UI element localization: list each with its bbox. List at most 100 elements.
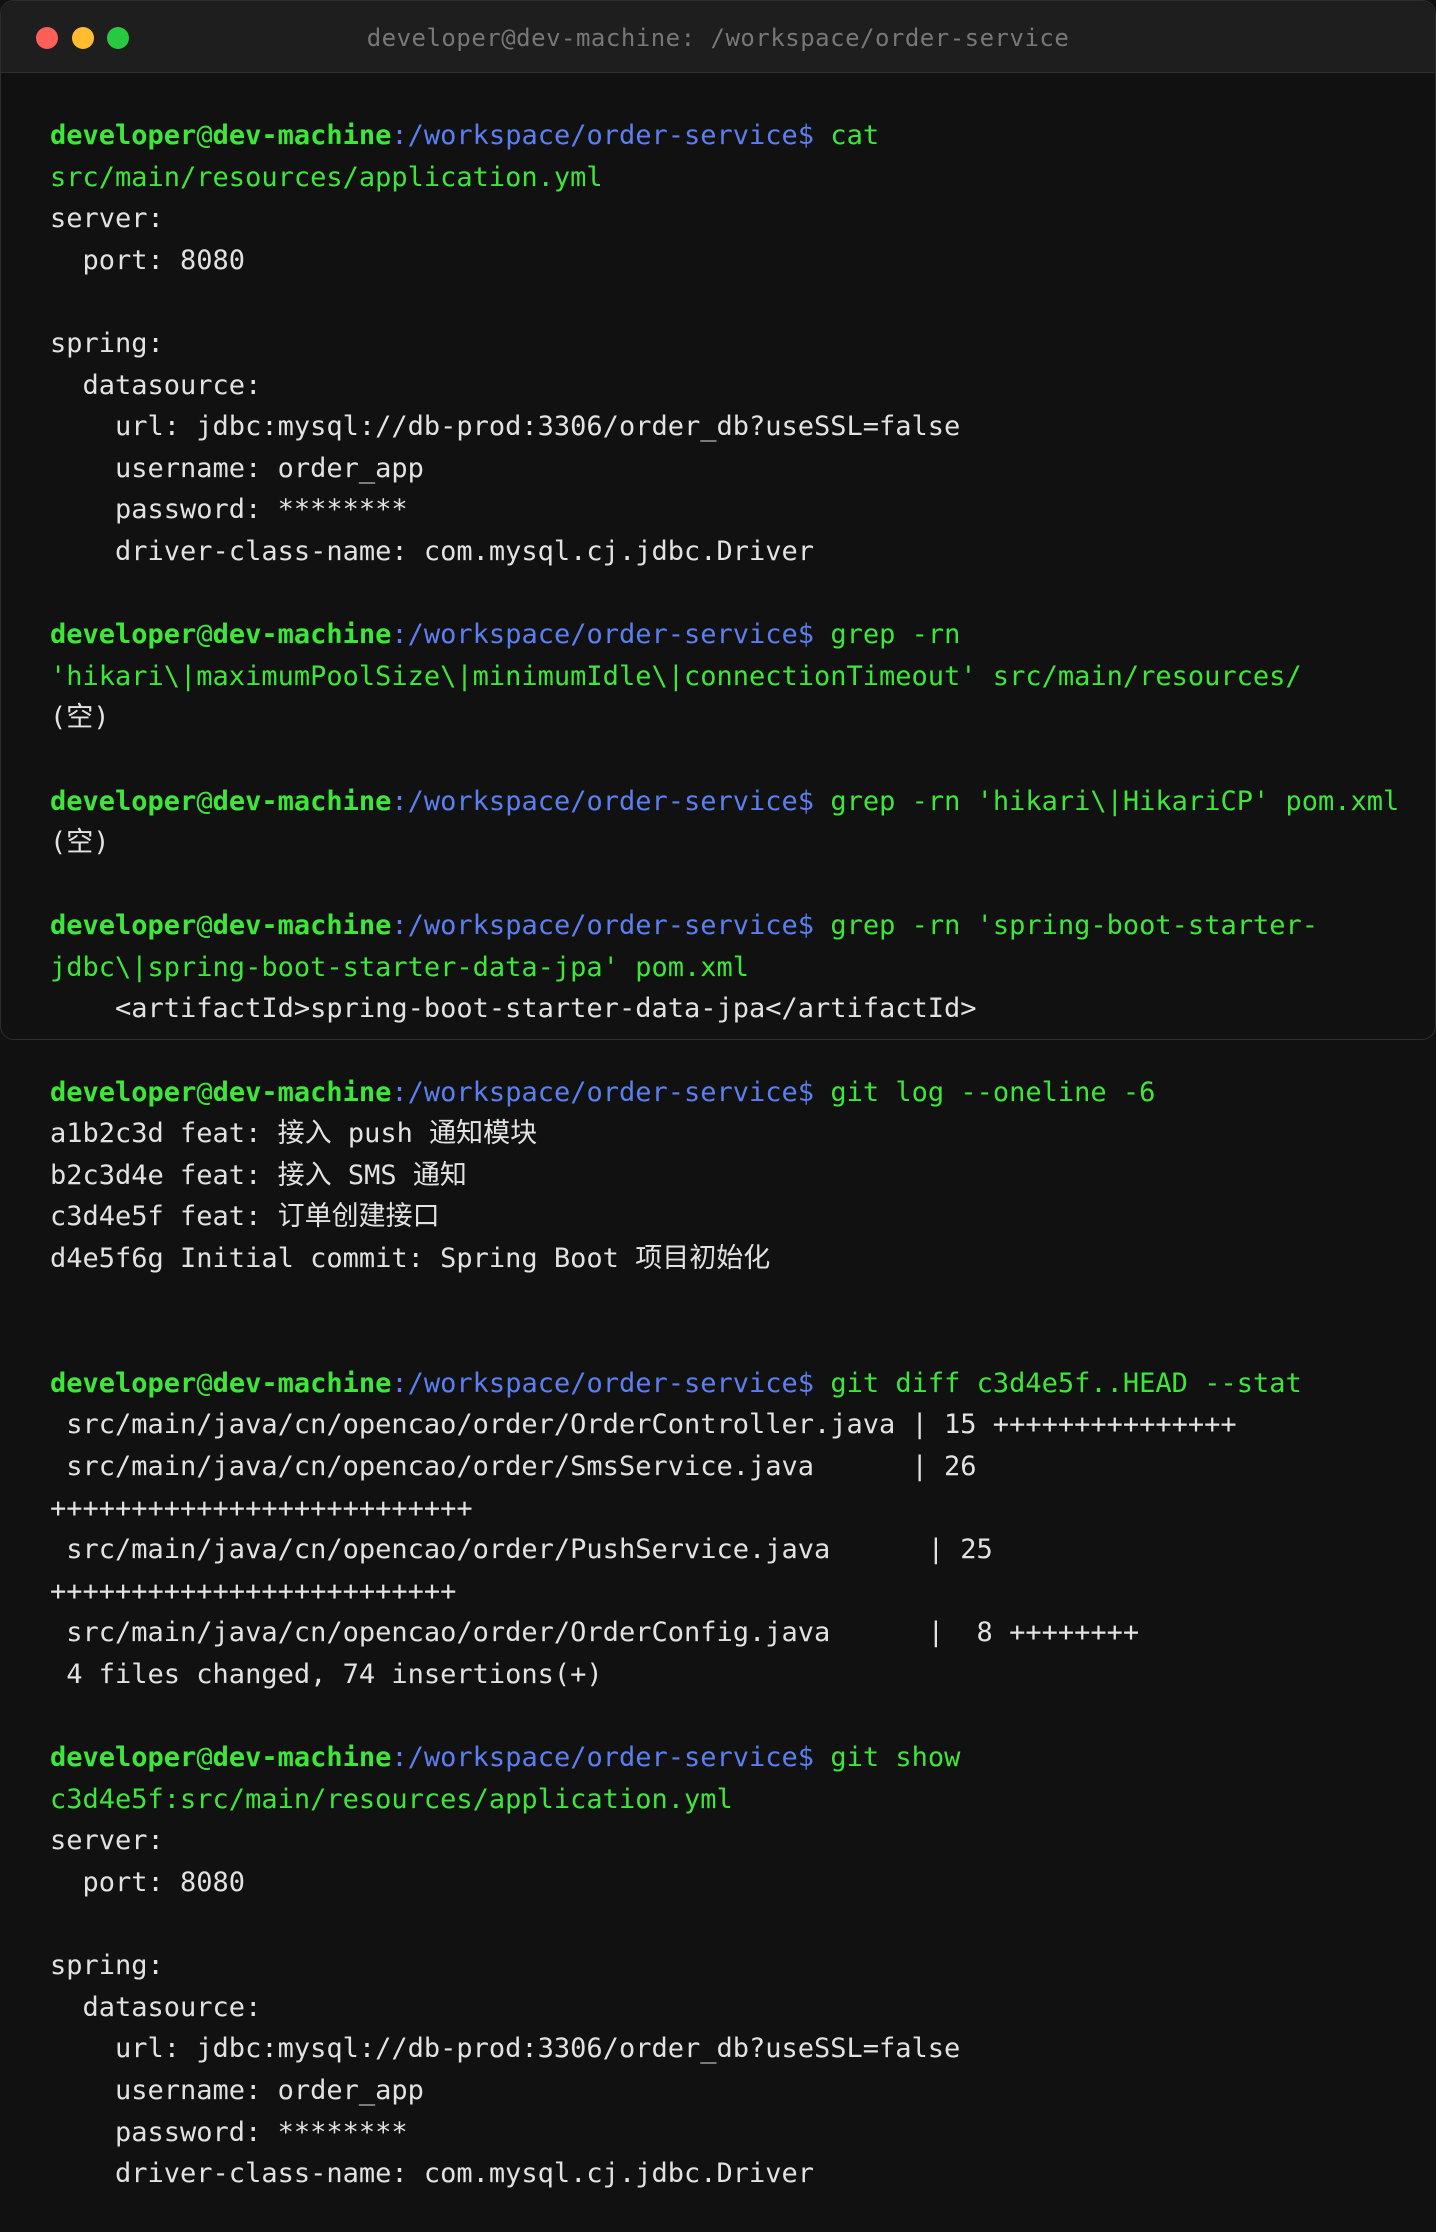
output-line: server: — [50, 1820, 1396, 1862]
output-line: src/main/java/cn/opencao/order/OrderConf… — [50, 1612, 1396, 1654]
prompt-host: dev-machine — [212, 120, 392, 151]
command-text: src/main/resources/application.yml — [50, 161, 603, 193]
prompt-at: @ — [196, 1367, 213, 1399]
terminal-output[interactable]: developer@dev-machine:/workspace/order-s… — [50, 115, 1400, 2195]
prompt-line: developer@dev-machine:/workspace/order-s… — [50, 614, 1396, 656]
output-text: spring: — [50, 1950, 164, 1982]
output-text: port: 8080 — [50, 244, 246, 276]
prompt-line: developer@dev-machine:/workspace/order-s… — [50, 781, 1400, 823]
prompt-path: /workspace/order-service — [407, 910, 798, 942]
command-continuation-line: src/main/resources/application.yml — [50, 157, 1396, 199]
prompt-dollar: $ — [797, 619, 815, 651]
prompt-colon: : — [391, 619, 408, 651]
window-title: developer@dev-machine: /workspace/order-… — [366, 24, 1070, 52]
prompt-at: @ — [196, 785, 213, 817]
output-text: url: jdbc:mysql://db-prod:3306/order_db?… — [50, 411, 961, 443]
output-text: a1b2c3d feat: 接入 push 通知模块 — [50, 1118, 538, 1150]
output-line: +++++++++++++++++++++++++ — [50, 1571, 1396, 1613]
output-text: username: order_app — [50, 452, 424, 484]
output-line: datasource: — [50, 1987, 1396, 2029]
prompt-user: developer — [50, 785, 197, 817]
command-text: git diff c3d4e5f..HEAD --stat — [814, 1367, 1302, 1399]
prompt-user: developer — [50, 910, 197, 942]
command-text: grep -rn 'hikari\|HikariCP' pom.xml — [814, 785, 1400, 817]
prompt-colon: : — [391, 1742, 408, 1774]
output-line: d4e5f6g Initial commit: Spring Boot 项目初始… — [50, 1238, 1396, 1280]
output-text: url: jdbc:mysql://db-prod:3306/order_db?… — [50, 2033, 961, 2065]
output-text: server: — [50, 203, 164, 235]
output-text: ++++++++++++++++++++++++++ — [50, 1492, 473, 1524]
prompt-dollar: $ — [797, 910, 815, 942]
output-text: <artifactId>spring-boot-starter-data-jpa… — [50, 993, 977, 1025]
output-text: driver-class-name: com.mysql.cj.jdbc.Dri… — [50, 535, 815, 567]
prompt-colon: : — [391, 1367, 408, 1399]
output-line: server: — [50, 198, 1396, 240]
output-line: password: ******** — [50, 489, 1396, 531]
output-text: (空) — [50, 827, 110, 859]
prompt-user: developer — [50, 1742, 197, 1774]
prompt-line: developer@dev-machine:/workspace/order-s… — [50, 1737, 1396, 1779]
command-text: grep -rn — [814, 619, 961, 651]
output-line: url: jdbc:mysql://db-prod:3306/order_db?… — [50, 2028, 1396, 2070]
output-line: port: 8080 — [50, 240, 1396, 282]
prompt-host: dev-machine — [212, 910, 392, 942]
output-text: src/main/java/cn/opencao/order/OrderCont… — [50, 1409, 1237, 1441]
output-line: spring: — [50, 323, 1396, 365]
output-text: d4e5f6g Initial commit: Spring Boot 项目初始… — [50, 1243, 771, 1275]
prompt-user: developer — [50, 120, 197, 151]
prompt-at: @ — [196, 120, 213, 151]
prompt-host: dev-machine — [212, 785, 392, 817]
terminal-window[interactable]: developer@dev-machine: /workspace/order-… — [0, 0, 1436, 2232]
output-line: password: ******** — [50, 2112, 1396, 2154]
prompt-host: dev-machine — [212, 1076, 392, 1108]
prompt-host: dev-machine — [212, 619, 392, 651]
prompt-at: @ — [196, 1742, 213, 1774]
output-text: src/main/java/cn/opencao/order/OrderConf… — [50, 1617, 1140, 1649]
prompt-line: developer@dev-machine:/workspace/order-s… — [50, 1072, 1396, 1114]
prompt-line: developer@dev-machine:/workspace/order-s… — [50, 115, 1396, 157]
prompt-user: developer — [50, 1076, 197, 1108]
output-text: src/main/java/cn/opencao/order/PushServi… — [50, 1534, 993, 1566]
output-line: datasource: — [50, 365, 1396, 407]
prompt-path: /workspace/order-service — [407, 619, 798, 651]
prompt-line: developer@dev-machine:/workspace/order-s… — [50, 1363, 1396, 1405]
output-line: a1b2c3d feat: 接入 push 通知模块 — [50, 1113, 1396, 1155]
output-line: c3d4e5f feat: 订单创建接口 — [50, 1196, 1396, 1238]
prompt-dollar: $ — [797, 1076, 815, 1108]
output-line: url: jdbc:mysql://db-prod:3306/order_db?… — [50, 406, 1396, 448]
output-line: (空) — [50, 822, 1396, 864]
prompt-path: /workspace/order-service — [407, 1742, 798, 1774]
prompt-dollar: $ — [797, 1367, 815, 1399]
prompt-user: developer — [50, 1367, 197, 1399]
command-text: jdbc\|spring-boot-starter-data-jpa' pom.… — [50, 951, 749, 983]
prompt-at: @ — [196, 1076, 213, 1108]
prompt-at: @ — [196, 910, 213, 942]
command-text: 'hikari\|maximumPoolSize\|minimumIdle\|c… — [50, 660, 1302, 692]
prompt-path: /workspace/order-service — [407, 785, 798, 817]
output-text: datasource: — [50, 1991, 262, 2023]
output-text: port: 8080 — [50, 1866, 246, 1898]
prompt-host: dev-machine — [212, 1367, 392, 1399]
command-continuation-line: c3d4e5f:src/main/resources/application.y… — [50, 1779, 1396, 1821]
output-text: 4 files changed, 74 insertions(+) — [50, 1658, 603, 1690]
prompt-path: /workspace/order-service — [407, 120, 798, 151]
title-bar[interactable]: developer@dev-machine: /workspace/order-… — [1, 1, 1435, 73]
output-text: (空) — [50, 702, 110, 734]
output-line: username: order_app — [50, 2070, 1396, 2112]
prompt-path: /workspace/order-service — [407, 1076, 798, 1108]
prompt-colon: : — [391, 1076, 408, 1108]
prompt-colon: : — [391, 910, 408, 942]
output-line: driver-class-name: com.mysql.cj.jdbc.Dri… — [50, 2153, 1396, 2195]
output-line: <artifactId>spring-boot-starter-data-jpa… — [50, 988, 1396, 1030]
command-text: git show — [814, 1742, 961, 1774]
output-text: +++++++++++++++++++++++++ — [50, 1575, 457, 1607]
output-line: b2c3d4e feat: 接入 SMS 通知 — [50, 1155, 1396, 1197]
output-line: spring: — [50, 1945, 1396, 1987]
output-line: ++++++++++++++++++++++++++ — [50, 1488, 1396, 1530]
